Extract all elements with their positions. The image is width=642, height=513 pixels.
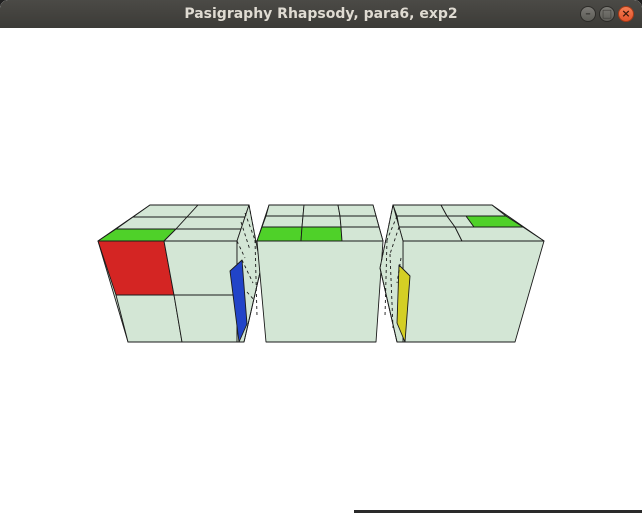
cube-middle-front-face — [256, 240, 384, 343]
cube-left — [97, 204, 262, 343]
cube-left-top-sticker-green — [97, 228, 177, 242]
cube-left-front-sticker-red — [97, 240, 175, 296]
close-icon[interactable]: × — [618, 6, 634, 22]
cube-right-top-sticker — [454, 226, 545, 242]
maximize-icon[interactable]: □ — [599, 6, 615, 22]
cube-middle-top-sticker — [339, 215, 380, 228]
minimize-icon[interactable]: – — [580, 6, 596, 22]
cube-left-top-sticker — [186, 204, 250, 218]
cube-right-front-face — [402, 240, 545, 343]
cube-middle-top-sticker — [302, 204, 341, 217]
cube-right — [379, 204, 545, 343]
cube-right-top-sticker — [396, 215, 456, 228]
cube-middle-top-sticker — [337, 204, 377, 217]
cube-middle-top-sticker-green — [300, 226, 343, 242]
title-bar[interactable]: Pasigraphy Rhapsody, para6, exp2 – □ × — [0, 0, 642, 28]
cube-right-top-sticker — [398, 226, 463, 242]
cube-left-top-sticker — [163, 228, 242, 242]
cube-middle-top-sticker — [340, 226, 384, 242]
cube-middle-top-sticker — [301, 215, 342, 228]
cube-scene — [97, 204, 545, 343]
cube-middle-top-sticker-green — [256, 226, 303, 242]
window-title: Pasigraphy Rhapsody, para6, exp2 — [184, 6, 458, 22]
cube-right-top-sticker — [392, 204, 448, 217]
cube-left-front-sticker — [115, 294, 183, 343]
cube-left-top-sticker — [115, 216, 188, 230]
cube-left-front-sticker — [173, 294, 238, 343]
render-canvas[interactable] — [1, 28, 641, 511]
cube-right-top-sticker — [440, 204, 507, 217]
cube-middle-top-sticker — [265, 204, 305, 217]
cube-middle — [256, 204, 384, 343]
cube-middle-top-sticker — [261, 215, 304, 228]
cube-right-top-sticker-green — [465, 215, 524, 228]
cube-left-front-sticker — [163, 240, 238, 296]
app-window: Pasigraphy Rhapsody, para6, exp2 – □ × — [0, 0, 642, 513]
cube-left-top-sticker — [175, 216, 246, 230]
